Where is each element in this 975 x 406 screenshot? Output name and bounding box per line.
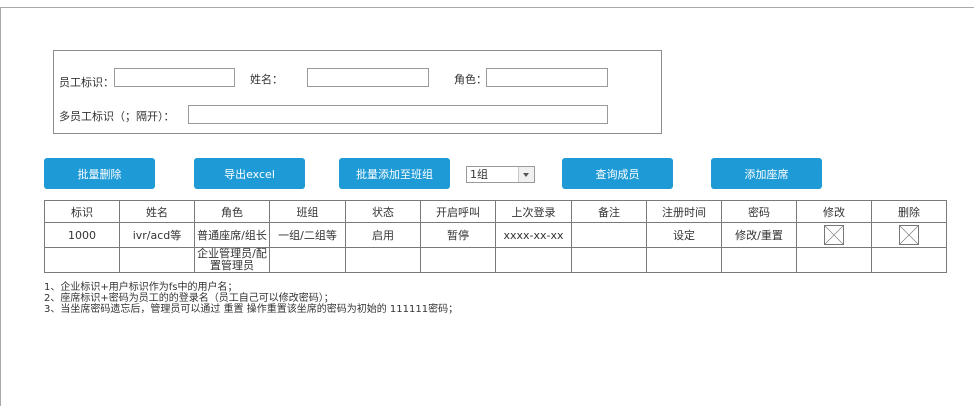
note-line: 3、当坐席密码遗忘后，管理员可以通过 重置 操作重置该坐席的密码为初始的 111…	[44, 304, 459, 315]
dropdown-arrow-icon[interactable]	[518, 167, 534, 182]
multi-employee-id-input[interactable]	[188, 105, 608, 124]
header-reg-time: 注册时间	[646, 200, 722, 223]
header-group: 班组	[269, 200, 346, 223]
table-row: 企业管理员/配置管理员	[44, 247, 947, 273]
note-line: 2、座席标识+密码为员工的的登录名（员工自己可以修改密码）；	[44, 293, 334, 304]
note-line: 1、企业标识+用户标识作为fs中的用户名；	[44, 282, 238, 293]
notes-section: 1、企业标识+用户标识作为fs中的用户名； 2、座席标识+密码为员工的的登录名（…	[44, 282, 458, 315]
name-label: 姓名：	[250, 73, 283, 86]
cell-role: 企业管理员/配置管理员	[194, 247, 270, 273]
cell-last-login: xxxx-xx-xx	[495, 222, 572, 248]
members-table: 标识 姓名 角色 班组 状态 开启呼叫 上次登录 备注 注册时间 密码 修改 删…	[44, 200, 947, 273]
role-input[interactable]	[486, 68, 608, 87]
role-label: 角色：	[454, 73, 487, 86]
header-id: 标识	[44, 200, 120, 223]
header-call: 开启呼叫	[420, 200, 496, 223]
name-input[interactable]	[307, 68, 429, 87]
header-password: 密码	[721, 200, 797, 223]
cell-note	[571, 222, 647, 248]
header-last-login: 上次登录	[495, 200, 572, 223]
header-delete: 删除	[871, 200, 947, 223]
cell-group: 一组/二组等	[269, 222, 346, 248]
cell-role: 普通座席/组长	[194, 222, 270, 248]
group-select[interactable]: 1组	[466, 166, 535, 183]
cell-reg-time[interactable]: 设定	[646, 222, 722, 248]
query-members-button[interactable]: 查询成员	[562, 158, 673, 189]
employee-id-input[interactable]	[114, 68, 235, 87]
cell-delete	[871, 222, 947, 248]
export-excel-button[interactable]: 导出excel	[194, 158, 305, 189]
cell-id: 1000	[44, 222, 120, 248]
cell-name: ivr/acd等	[119, 222, 195, 248]
header-role: 角色	[194, 200, 270, 223]
cell-status: 启用	[345, 222, 421, 248]
table-header-row: 标识 姓名 角色 班组 状态 开启呼叫 上次登录 备注 注册时间 密码 修改 删…	[44, 200, 947, 223]
employee-id-label: 员工标识：	[59, 76, 114, 89]
add-seat-button[interactable]: 添加座席	[711, 158, 822, 189]
multi-employee-id-label: 多员工标识（；隔开）：	[59, 110, 175, 123]
cell-edit	[796, 222, 872, 248]
cell-password[interactable]: 修改/重置	[721, 222, 797, 248]
filter-panel: 员工标识： 姓名： 角色： 多员工标识（；隔开）：	[53, 50, 662, 134]
group-select-value: 1组	[470, 168, 488, 181]
cell-call: 暂停	[420, 222, 496, 248]
delete-icon[interactable]	[899, 225, 919, 245]
batch-add-to-group-button[interactable]: 批量添加至班组	[339, 158, 450, 189]
table-row: 1000 ivr/acd等 普通座席/组长 一组/二组等 启用 暂停 xxxx-…	[44, 222, 947, 248]
header-edit: 修改	[796, 200, 872, 223]
header-name: 姓名	[119, 200, 195, 223]
edit-icon[interactable]	[824, 225, 844, 245]
batch-delete-button[interactable]: 批量删除	[44, 158, 155, 189]
header-note: 备注	[571, 200, 647, 223]
header-status: 状态	[345, 200, 421, 223]
